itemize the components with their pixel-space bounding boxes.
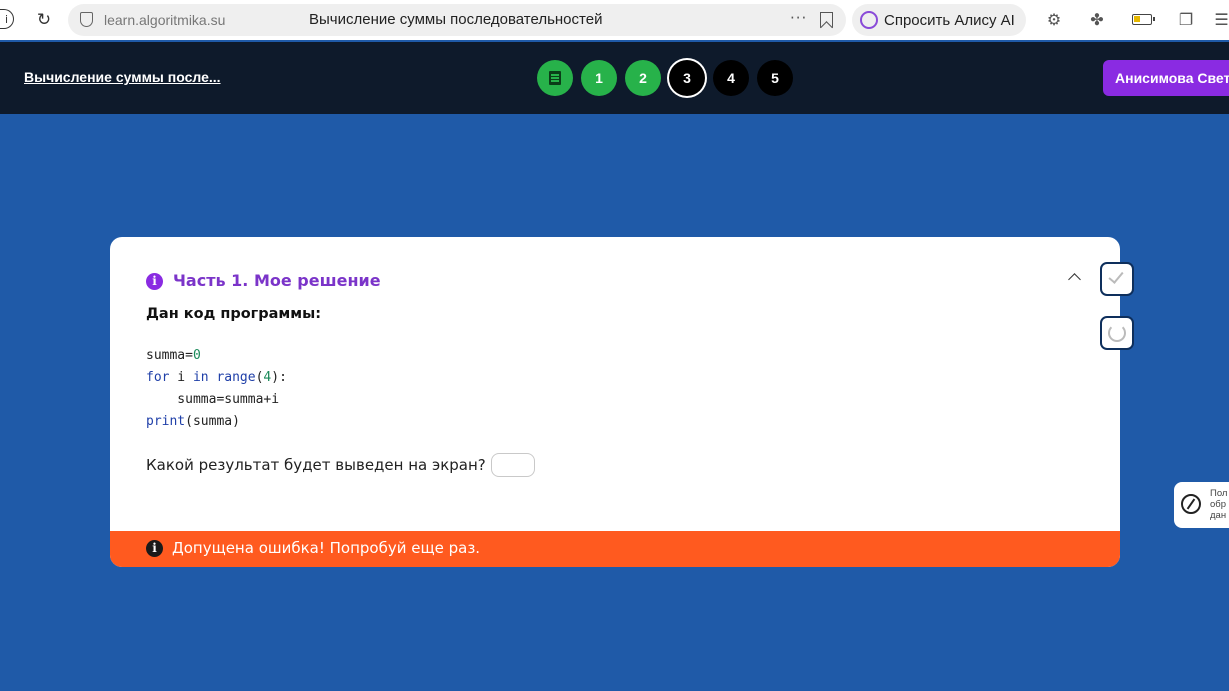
privacy-widget-text: Пол обр дан [1210,488,1228,521]
address-bar[interactable]: learn.algoritmika.su Вычисление суммы по… [68,4,846,36]
given-label: Дан код программы: [146,306,322,322]
chevron-up-icon[interactable] [1068,273,1081,286]
ask-alice-button[interactable]: Спросить Алису AI [852,4,1026,36]
ask-alice-label: Спросить Алису AI [884,11,1015,29]
collections-icon[interactable]: ❐ [1176,10,1196,30]
step-3[interactable]: 3 [669,60,705,96]
extension-bug-icon[interactable]: ⚙ [1044,10,1064,30]
battery-icon[interactable] [1132,14,1155,25]
bookmark-icon[interactable] [820,12,833,28]
user-profile-button[interactable]: Анисимова Свет [1103,60,1229,96]
privacy-widget[interactable]: Пол обр дан [1174,482,1229,528]
error-banner: i Допущена ошибка! Попробуй еще раз. [110,531,1120,567]
check-answer-button[interactable] [1100,262,1134,296]
browser-toolbar: i ↻ learn.algoritmika.su Вычисление сумм… [0,0,1229,40]
lesson-header: Вычисление суммы после... 1 2 3 4 5 Анис… [0,42,1229,114]
step-4[interactable]: 4 [713,60,749,96]
extensions-puzzle-icon[interactable]: ✤ [1087,10,1107,30]
task-card: i Часть 1. Мое решение Дан код программы… [110,237,1120,567]
check-icon [1108,268,1124,284]
more-icon[interactable]: ··· [790,9,807,27]
answer-input[interactable] [491,453,535,477]
step-1[interactable]: 1 [581,60,617,96]
reset-button[interactable] [1100,316,1134,350]
shield-icon[interactable] [80,12,93,27]
question-text: Какой результат будет выведен на экран? [146,456,486,474]
tab-title: Вычисление суммы последовательностей [309,11,603,28]
step-2[interactable]: 2 [625,60,661,96]
code-line-4: print(summa) [146,414,240,429]
site-info-icon[interactable]: i [0,9,14,29]
info-icon: i [146,273,163,290]
compass-icon [1181,494,1201,514]
info-icon: i [146,540,163,557]
code-line-2: for i in range(4): [146,370,287,385]
code-line-3: summa=summa+i [146,392,280,407]
step-5[interactable]: 5 [757,60,793,96]
menu-icon[interactable]: ☰ [1214,10,1229,30]
reload-icon[interactable]: ↻ [34,10,54,30]
alice-icon [860,11,878,29]
error-message: Допущена ошибка! Попробуй еще раз. [172,539,481,557]
part-title: Часть 1. Мое решение [173,271,381,290]
step-intro[interactable] [537,60,573,96]
document-icon [549,71,561,85]
url-text[interactable]: learn.algoritmika.su [104,12,225,28]
lesson-title-link[interactable]: Вычисление суммы после... [24,69,221,85]
code-line-1: summa=0 [146,348,201,363]
code-block: summa=0 for i in range(4): summa=summa+i p… [146,345,287,433]
refresh-icon [1108,324,1126,342]
